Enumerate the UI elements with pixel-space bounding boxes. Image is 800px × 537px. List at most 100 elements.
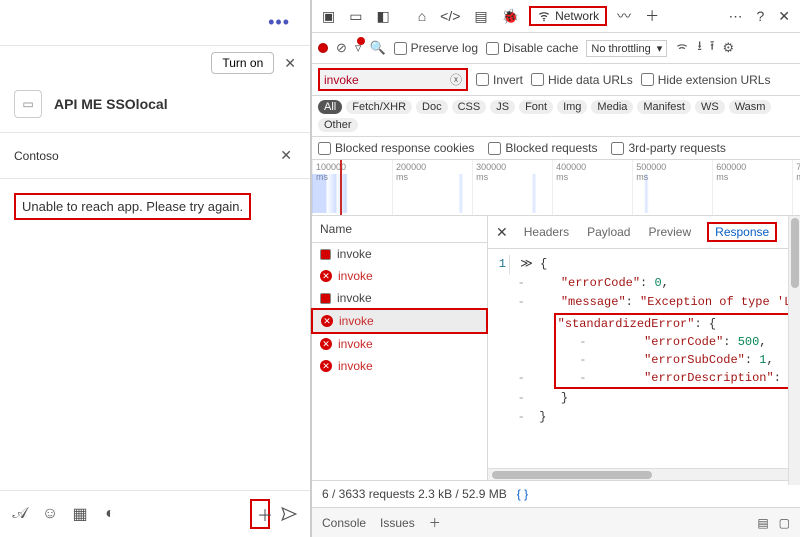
- device-icon[interactable]: ▭: [345, 6, 366, 27]
- network-timeline[interactable]: 100000 ms200000 ms300000 ms400000 ms5000…: [312, 160, 800, 216]
- close-icon[interactable]: ✕: [280, 53, 300, 74]
- close-section-icon[interactable]: ✕: [276, 145, 296, 166]
- third-party-checkbox[interactable]: 3rd-party requests: [611, 141, 725, 155]
- format-icon[interactable]: 𝒜: [10, 505, 30, 523]
- hide-ext-urls-checkbox[interactable]: Hide extension URLs: [641, 73, 771, 87]
- error-row: Unable to reach app. Please try again.: [0, 179, 310, 234]
- drawer-issues-tab[interactable]: Issues: [380, 516, 415, 530]
- tab-payload[interactable]: Payload: [585, 223, 632, 241]
- disable-cache-checkbox[interactable]: Disable cache: [486, 41, 578, 55]
- drawer-errors-icon[interactable]: ▤: [757, 516, 768, 530]
- devtools-main-toolbar: ▣ ▭ ◧ ⌂ </> ▤ 🐞 Network 〰 ＋ ⋯ ? ✕: [312, 0, 800, 33]
- request-list: Name invoke✕invokeinvoke✕invoke✕invoke✕i…: [312, 216, 488, 480]
- settings-icon[interactable]: ⚙: [722, 40, 734, 56]
- detail-tabs: ✕ Headers Payload Preview Response Initi…: [488, 216, 800, 249]
- vertical-scrollbar[interactable]: [788, 216, 800, 485]
- sources-icon[interactable]: 🐞: [498, 6, 523, 27]
- filter-icon[interactable]: ▿: [355, 40, 362, 56]
- status-ok-icon: [320, 249, 331, 260]
- type-chip-doc[interactable]: Doc: [416, 100, 448, 114]
- type-chip-font[interactable]: Font: [519, 100, 553, 114]
- request-row[interactable]: invoke: [312, 243, 487, 265]
- drawer-expand-icon[interactable]: ▢: [779, 516, 790, 530]
- export-icon[interactable]: ⭱: [710, 37, 715, 59]
- tab-network[interactable]: Network: [529, 6, 607, 26]
- status-text: 6 / 3633 requests 2.3 kB / 52.9 MB: [322, 487, 507, 501]
- invert-checkbox[interactable]: Invert: [476, 73, 523, 87]
- devtools-panel: ▣ ▭ ◧ ⌂ </> ▤ 🐞 Network 〰 ＋ ⋯ ? ✕ ⊘ ▿ 🔍 …: [312, 0, 800, 537]
- request-name: invoke: [337, 291, 372, 305]
- help-icon[interactable]: ?: [752, 6, 768, 26]
- throttling-select[interactable]: No throttling ▾: [586, 40, 667, 57]
- request-row[interactable]: ✕invoke: [312, 355, 487, 377]
- hide-data-urls-checkbox[interactable]: Hide data URLs: [531, 73, 633, 87]
- type-chip-other[interactable]: Other: [318, 118, 358, 132]
- console-icon[interactable]: ▤: [470, 6, 491, 27]
- close-detail-icon[interactable]: ✕: [496, 224, 508, 241]
- name-header: Name: [312, 216, 487, 243]
- app-title: API ME SSOlocal: [54, 96, 168, 112]
- request-name: invoke: [338, 337, 373, 351]
- loop-icon[interactable]: ◐: [100, 505, 120, 523]
- performance-icon[interactable]: 〰: [613, 4, 635, 28]
- welcome-icon[interactable]: ⌂: [414, 6, 430, 26]
- elements-icon[interactable]: </>: [436, 6, 464, 26]
- network-status-bar: 6 / 3633 requests 2.3 kB / 52.9 MB { }: [312, 480, 800, 507]
- request-row[interactable]: ✕invoke: [311, 308, 488, 334]
- drawer-console-tab[interactable]: Console: [322, 516, 366, 530]
- type-chip-img[interactable]: Img: [557, 100, 587, 114]
- tab-preview[interactable]: Preview: [646, 223, 693, 241]
- tab-headers[interactable]: Headers: [522, 223, 571, 241]
- type-chip-manifest[interactable]: Manifest: [637, 100, 691, 114]
- search-icon[interactable]: 🔍: [369, 40, 385, 56]
- type-chip-css[interactable]: CSS: [452, 100, 487, 114]
- add-tab-icon[interactable]: ＋: [641, 4, 663, 28]
- more-tools-icon[interactable]: ⋯: [724, 6, 746, 27]
- left-top-bar: •••: [0, 0, 310, 46]
- network-conditions-icon[interactable]: [675, 41, 689, 55]
- type-chip-js[interactable]: JS: [490, 100, 515, 114]
- horizontal-scrollbar[interactable]: [488, 468, 800, 480]
- filter-input[interactable]: invoke ⓧ: [318, 68, 468, 91]
- add-extension-button[interactable]: ＋: [250, 499, 270, 529]
- message-compose-panel: ••• Turn on ✕ ▭ API ME SSOlocal Contoso …: [0, 0, 312, 537]
- contoso-row: Contoso ✕: [0, 133, 310, 179]
- import-icon[interactable]: ⭳: [697, 37, 702, 59]
- request-name: invoke: [339, 314, 374, 328]
- inspect-icon[interactable]: ▣: [318, 6, 339, 27]
- turn-on-button[interactable]: Turn on: [211, 52, 274, 74]
- blocked-cookies-checkbox[interactable]: Blocked response cookies: [318, 141, 474, 155]
- request-name: invoke: [337, 247, 372, 261]
- gif-icon[interactable]: ▦: [70, 504, 90, 524]
- emoji-icon[interactable]: ☺: [40, 505, 60, 523]
- request-row[interactable]: ✕invoke: [312, 333, 487, 355]
- clear-filter-icon[interactable]: ⓧ: [450, 71, 462, 88]
- record-icon[interactable]: [318, 43, 328, 53]
- request-row[interactable]: ✕invoke: [312, 265, 487, 287]
- type-filter-row: All Fetch/XHR Doc CSSJS Font Img Media Manifest…: [312, 96, 800, 137]
- type-chip-ws[interactable]: WS: [695, 100, 725, 114]
- more-icon[interactable]: •••: [268, 12, 290, 33]
- type-chip-media[interactable]: Media: [591, 100, 633, 114]
- drawer-add-icon[interactable]: ＋: [429, 514, 441, 531]
- drawer-tabs: Console Issues ＋ ▤ ▢: [312, 507, 800, 537]
- send-icon[interactable]: [280, 505, 300, 523]
- app-title-row: ▭ API ME SSOlocal: [0, 84, 310, 133]
- type-chip-fetchxhr[interactable]: Fetch/XHR: [346, 100, 412, 114]
- type-chip-wasm[interactable]: Wasm: [729, 100, 772, 114]
- filter-text: invoke: [324, 73, 359, 87]
- request-row[interactable]: invoke: [312, 287, 487, 309]
- type-chip-all[interactable]: All: [318, 100, 342, 114]
- blocked-requests-checkbox[interactable]: Blocked requests: [488, 141, 597, 155]
- dock-icon[interactable]: ◧: [372, 6, 393, 27]
- extra-filter-row: Blocked response cookies Blocked request…: [312, 137, 800, 160]
- response-body[interactable]: 1 ≫ { - "errorCode": 0, - "message": "Ex…: [488, 249, 800, 468]
- clear-icon[interactable]: ⊘: [336, 40, 347, 56]
- turn-on-row: Turn on ✕: [0, 46, 310, 84]
- tab-response[interactable]: Response: [707, 222, 777, 242]
- braces-icon[interactable]: { }: [517, 487, 528, 501]
- request-name: invoke: [338, 269, 373, 283]
- preserve-log-checkbox[interactable]: Preserve log: [394, 41, 478, 55]
- close-devtools-icon[interactable]: ✕: [774, 6, 794, 27]
- status-error-icon: ✕: [320, 360, 332, 372]
